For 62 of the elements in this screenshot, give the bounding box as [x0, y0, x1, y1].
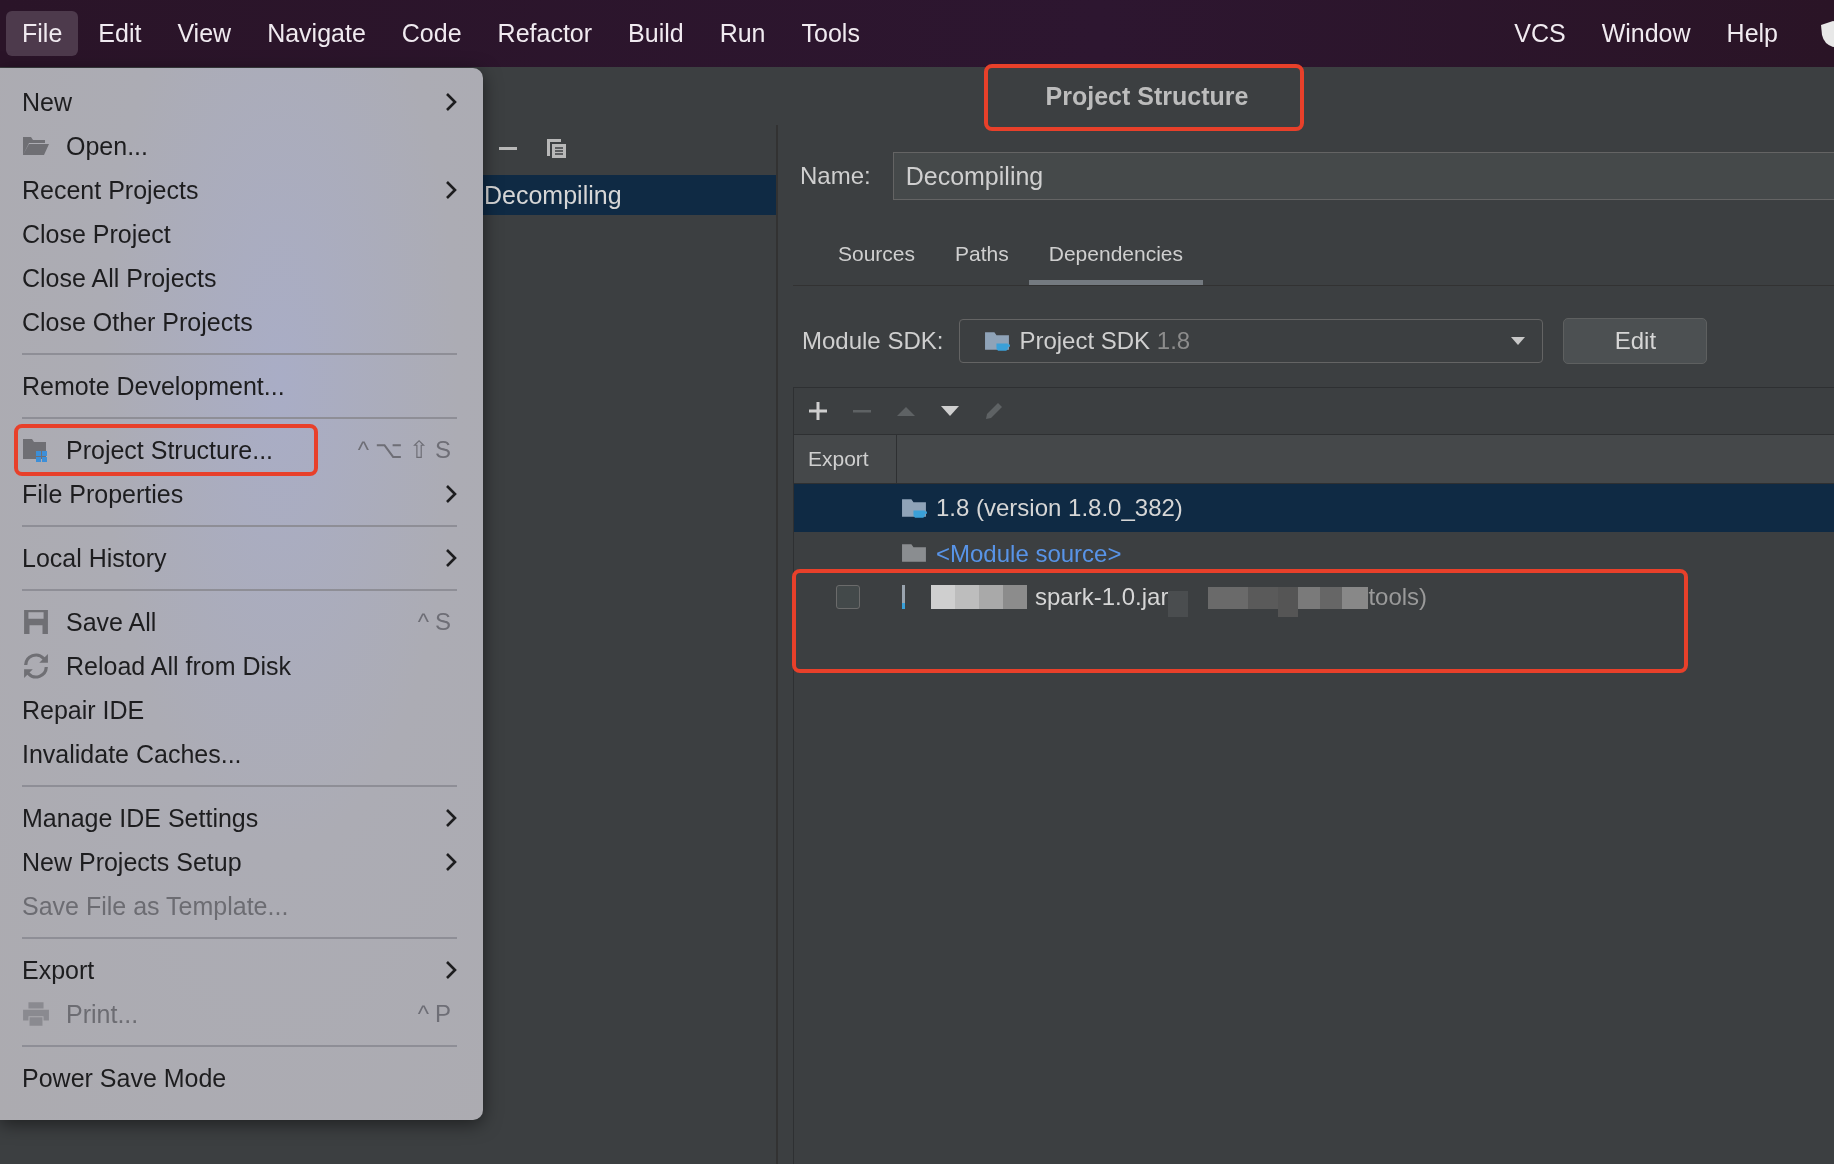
menu-bar-item[interactable]: Build — [612, 11, 700, 56]
shortcut-text: ^⌥⇧S — [357, 436, 457, 464]
chevron-right-icon — [445, 808, 457, 828]
chevron-right-icon — [445, 548, 457, 568]
edit-button[interactable]: Edit — [1563, 318, 1708, 364]
menu-bar-item[interactable]: Window — [1585, 11, 1707, 56]
tab[interactable]: Dependencies — [1028, 230, 1203, 285]
menu-bar-item[interactable]: View — [161, 11, 248, 56]
menu-item[interactable]: Save All ^S — [0, 600, 483, 644]
menu-item[interactable]: Close Project — [0, 212, 483, 256]
menu-item[interactable]: Close All Projects — [0, 256, 483, 300]
tab[interactable]: Paths — [935, 230, 1029, 285]
column-header: Export — [794, 435, 897, 483]
menu-item[interactable]: Repair IDE — [0, 688, 483, 732]
printer-icon — [22, 1001, 50, 1027]
shortcut-text: ^P — [417, 1000, 457, 1028]
shortcut-text: ^S — [417, 608, 457, 636]
chevron-right-icon — [445, 484, 457, 504]
menu-bar-item[interactable]: Code — [385, 11, 478, 56]
menu-item[interactable]: Close Other Projects — [0, 300, 483, 344]
menu-item[interactable]: Invalidate Caches... — [0, 732, 483, 776]
menu-bar-item[interactable]: Tools — [785, 11, 876, 56]
menu-bar-item[interactable]: Help — [1710, 11, 1794, 56]
menu-bar-item[interactable]: Edit — [82, 11, 158, 56]
menu-item[interactable]: Project Structure... ^⌥⇧S — [0, 428, 483, 472]
menu-item[interactable]: Manage IDE Settings — [0, 796, 483, 840]
tab[interactable]: Sources — [818, 230, 936, 285]
sdk-entry: 1.8 (version 1.8.0_382) — [936, 494, 1183, 522]
sdk-dropdown[interactable]: Project SDK 1.8 — [959, 319, 1544, 363]
checkbox[interactable] — [835, 584, 860, 609]
menu-bar-item[interactable]: Run — [703, 11, 782, 56]
chevron-right-icon — [445, 92, 457, 112]
folder-grid-icon — [22, 437, 50, 463]
menu-item[interactable]: Export — [0, 948, 483, 992]
menu-item[interactable]: Recent Projects — [0, 168, 483, 212]
menu-bar-item[interactable]: File — [6, 11, 79, 56]
caret-icon — [1510, 336, 1527, 346]
menu-item[interactable]: Remote Development... — [0, 364, 483, 408]
module-source-entry: <Module source> — [936, 539, 1122, 568]
menu-bar-item[interactable]: Refactor — [481, 11, 609, 56]
name-label: Name: — [800, 162, 871, 190]
copy-icon[interactable] — [544, 136, 568, 160]
chevron-right-icon — [445, 180, 457, 200]
reload-icon — [22, 653, 50, 679]
dialog-title: Project Structure — [1045, 81, 1249, 111]
menu-bar-item[interactable]: Navigate — [251, 11, 382, 56]
chevron-right-icon — [445, 852, 457, 872]
menu-item[interactable]: New Projects Setup — [0, 840, 483, 884]
name-field[interactable]: Decompiling — [892, 152, 1834, 200]
menu-item[interactable]: New — [0, 80, 483, 124]
jar-scope-text: tools) — [1368, 582, 1428, 611]
menu-item[interactable]: File Properties — [0, 472, 483, 516]
add-icon[interactable] — [806, 399, 830, 423]
menu-item[interactable]: Reload All from Disk — [0, 644, 483, 688]
menu-item[interactable]: Open... — [0, 124, 483, 168]
jar-icon — [901, 584, 907, 609]
menu-item[interactable]: Local History — [0, 536, 483, 580]
menu-item[interactable]: Power Save Mode — [0, 1056, 483, 1100]
module-sdk-label: Module SDK: — [802, 327, 944, 355]
jar-entry: spark-1.0.jar — [1035, 582, 1169, 611]
chevron-right-icon — [445, 960, 457, 980]
menu-bar-item[interactable]: VCS — [1498, 11, 1582, 56]
